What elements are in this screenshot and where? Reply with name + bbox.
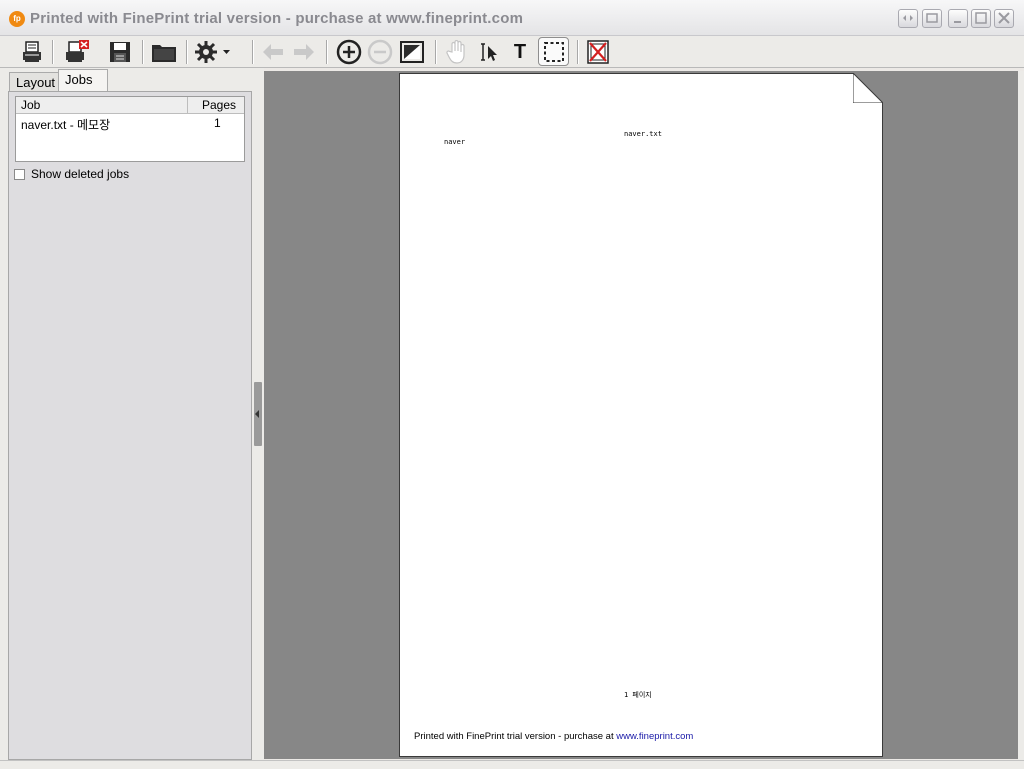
- trial-text: Printed with FinePrint trial version - p…: [414, 731, 617, 742]
- jobs-list-header: Job Pages: [16, 97, 244, 114]
- hand-icon: [446, 40, 465, 64]
- collapse-panel-handle[interactable]: [254, 382, 262, 446]
- maximize-button[interactable]: [971, 9, 991, 28]
- column-header-pages[interactable]: Pages: [188, 97, 244, 113]
- trial-link[interactable]: www.fineprint.com: [616, 731, 693, 742]
- maximize-icon: [975, 12, 987, 24]
- hand-tool-button[interactable]: [443, 38, 471, 66]
- close-icon: [998, 12, 1010, 24]
- arrow-right-icon: [294, 44, 314, 60]
- window-title: Printed with FinePrint trial version - p…: [30, 10, 524, 27]
- title-bar: fp Printed with FinePrint trial version …: [0, 0, 1024, 36]
- job-pages: 1: [214, 116, 221, 130]
- open-button[interactable]: [150, 38, 178, 66]
- toolbar: T: [0, 36, 1024, 68]
- fit-page-button[interactable]: [398, 38, 426, 66]
- column-header-job[interactable]: Job: [16, 97, 188, 113]
- minimize-button[interactable]: [948, 9, 968, 28]
- toolbar-separator: [577, 40, 579, 64]
- tab-jobs[interactable]: Jobs: [58, 69, 108, 92]
- toolbar-separator: [52, 40, 54, 64]
- left-panel: Layout Jobs Job Pages naver.txt - 메모장 1 …: [0, 68, 264, 760]
- minimize-icon: [954, 21, 961, 23]
- show-deleted-jobs[interactable]: Show deleted jobs: [14, 166, 129, 182]
- gear-icon: [195, 41, 230, 63]
- zoom-out-icon: [367, 39, 393, 65]
- open-folder-icon: [152, 45, 176, 62]
- pin-button[interactable]: [922, 9, 942, 28]
- trial-watermark: Printed with FinePrint trial version - p…: [414, 731, 693, 742]
- right-border: [1018, 71, 1024, 760]
- restore-layout-button[interactable]: [898, 9, 918, 28]
- page-body-text: naver: [444, 138, 466, 146]
- toolbar-separator: [142, 40, 144, 64]
- jobs-panel: Job Pages naver.txt - 메모장 1 Show deleted…: [8, 91, 252, 760]
- job-row[interactable]: naver.txt - 메모장 1: [16, 114, 244, 132]
- app-icon: fp: [9, 11, 25, 27]
- zoom-out-button[interactable]: [366, 38, 394, 66]
- toolbar-separator: [326, 40, 328, 64]
- print-button[interactable]: [18, 38, 46, 66]
- window-mode-icon: [926, 13, 938, 23]
- preview-page[interactable]: naver.txt naver 1 페이지 Printed with FineP…: [399, 73, 883, 757]
- arrow-left-icon: [263, 44, 283, 60]
- delete-job-button[interactable]: [63, 38, 91, 66]
- toolbar-separator: [252, 40, 254, 64]
- zoom-in-icon: [336, 39, 362, 65]
- toolbar-separator: [186, 40, 188, 64]
- job-name: naver.txt - 메모장: [21, 118, 111, 132]
- delete-job-icon: [66, 40, 89, 62]
- select-icon: [481, 43, 497, 61]
- page-header-text: naver.txt: [624, 130, 662, 138]
- page-footer-text: 1 페이지: [624, 691, 652, 699]
- save-icon: [110, 42, 130, 62]
- zoom-in-button[interactable]: [335, 38, 363, 66]
- text-tool-icon: T: [513, 40, 527, 63]
- jobs-list[interactable]: Job Pages naver.txt - 메모장 1: [15, 96, 245, 162]
- marquee-icon: [543, 41, 564, 62]
- nav-arrows-icon: [903, 15, 913, 21]
- settings-dropdown[interactable]: [193, 38, 233, 66]
- show-deleted-checkbox[interactable]: [14, 168, 25, 180]
- page-fold-corner: [853, 73, 883, 103]
- show-deleted-label: Show deleted jobs: [31, 167, 130, 181]
- marquee-tool-button[interactable]: [538, 37, 569, 66]
- delete-page-icon: [587, 40, 609, 64]
- print-icon: [23, 41, 41, 62]
- page-preview-area[interactable]: naver.txt naver 1 페이지 Printed with FineP…: [264, 71, 1018, 759]
- delete-page-button[interactable]: [584, 38, 612, 66]
- close-button[interactable]: [994, 9, 1014, 28]
- forward-button[interactable]: [290, 38, 318, 66]
- back-button[interactable]: [259, 38, 287, 66]
- fit-page-icon: [400, 41, 424, 63]
- save-button[interactable]: [106, 38, 134, 66]
- toolbar-separator: [435, 40, 437, 64]
- tab-layout[interactable]: Layout: [9, 72, 59, 92]
- select-tool-button[interactable]: [475, 38, 503, 66]
- panel-splitter[interactable]: [252, 68, 264, 760]
- text-tool-button[interactable]: T: [506, 38, 534, 66]
